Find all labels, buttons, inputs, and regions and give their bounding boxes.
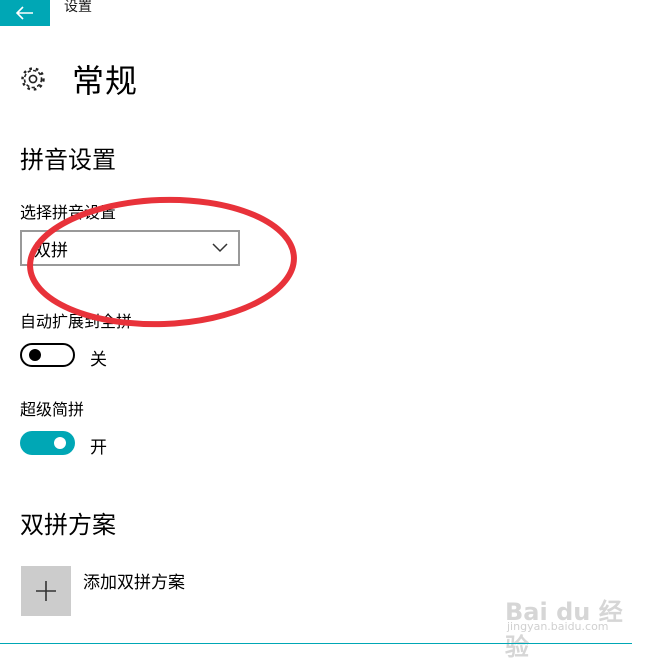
auto-expand-toggle[interactable] (20, 343, 75, 367)
super-abbrev-state: 开 (90, 438, 107, 458)
gear-icon (21, 67, 45, 91)
baidu-watermark: Bai du 经验 jingyan.baidu.com (505, 592, 645, 661)
select-pinyin-label: 选择拼音设置 (20, 203, 117, 222)
toggle-knob (29, 349, 41, 361)
window-title: 设置 (64, 0, 92, 15)
arrow-left-icon (16, 6, 33, 20)
auto-expand-state: 关 (90, 350, 107, 370)
page-header: 常规 (19, 56, 138, 102)
section-title-pinyin-settings: 拼音设置 (20, 146, 116, 174)
super-abbrev-label: 超级简拼 (20, 400, 85, 419)
super-abbrev-toggle[interactable] (20, 431, 75, 455)
auto-expand-label: 自动扩展到全拼 (20, 312, 133, 331)
chevron-down-icon (212, 243, 228, 253)
back-button[interactable] (0, 0, 50, 26)
toggle-knob (54, 437, 66, 449)
add-scheme-button[interactable] (21, 566, 71, 616)
bottom-divider (0, 643, 632, 644)
section-title-shuangpin-scheme: 双拼方案 (20, 511, 116, 539)
plus-icon (36, 581, 56, 601)
add-scheme-label[interactable]: 添加双拼方案 (83, 568, 185, 593)
dropdown-value: 双拼 (34, 240, 68, 261)
pinyin-mode-dropdown[interactable]: 双拼 (20, 230, 240, 266)
page-title: 常规 (72, 62, 139, 100)
watermark-url: jingyan.baidu.com (507, 620, 609, 633)
